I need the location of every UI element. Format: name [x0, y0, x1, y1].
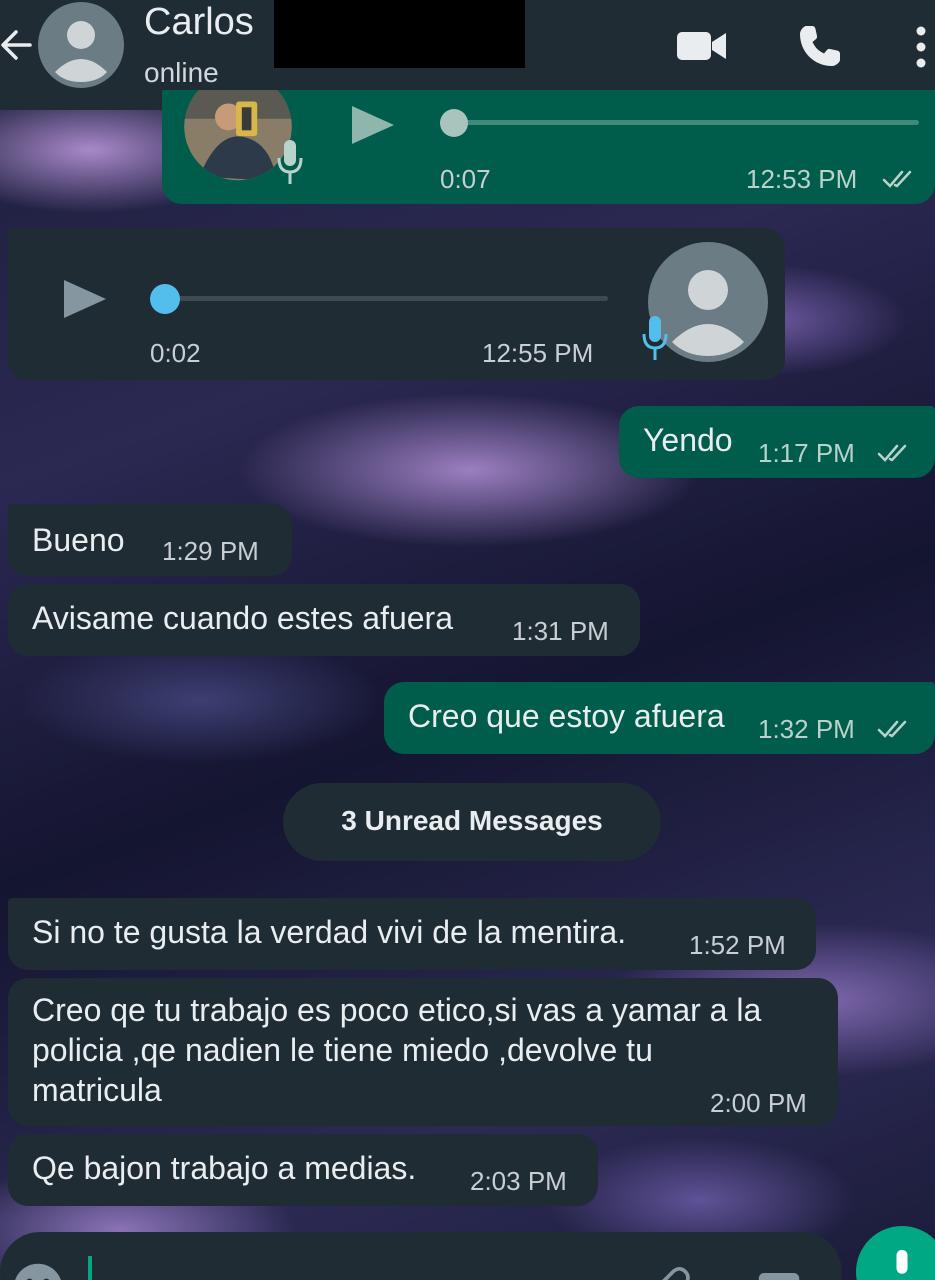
text-cursor — [88, 1256, 92, 1280]
voice-message-incoming: 0:02 12:55 PM — [8, 228, 785, 380]
message-time: 1:17 PM — [758, 438, 855, 468]
message-text: Creo que estoy afuera — [408, 698, 725, 734]
more-vert-icon[interactable] — [912, 24, 930, 70]
mic-icon — [277, 140, 303, 184]
message-time: 1:31 PM — [512, 616, 609, 646]
record-voice-button[interactable] — [856, 1226, 935, 1280]
message-text: Yendo — [643, 422, 733, 458]
message-time: 12:53 PM — [746, 164, 858, 194]
message-time: 1:29 PM — [162, 536, 259, 566]
contact-name[interactable]: Carlos — [144, 0, 254, 44]
message-composer[interactable] — [0, 1232, 842, 1280]
message-time: 2:00 PM — [710, 1088, 807, 1118]
read-ticks-icon — [877, 720, 907, 738]
message-bubble-incoming[interactable]: Bueno 1:29 PM — [8, 504, 292, 576]
attach-icon[interactable] — [646, 1262, 692, 1280]
play-icon[interactable] — [348, 100, 398, 150]
back-arrow-icon[interactable] — [0, 20, 34, 70]
message-time: 1:32 PM — [758, 714, 855, 744]
message-text: Bueno — [32, 522, 125, 558]
message-bubble-outgoing[interactable]: Creo que estoy afuera 1:32 PM — [384, 682, 935, 754]
message-text-line: matricula — [32, 1072, 162, 1108]
read-ticks-icon — [882, 170, 912, 188]
message-bubble-outgoing[interactable]: Yendo 1:17 PM — [619, 406, 935, 478]
unread-count-label: 3 Unread Messages — [341, 805, 603, 836]
mic-icon — [896, 1249, 908, 1274]
voice-progress-thumb[interactable] — [440, 109, 468, 137]
avatar-placeholder-icon[interactable] — [38, 2, 124, 88]
message-bubble-incoming[interactable]: Avisame cuando estes afuera 1:31 PM — [8, 584, 640, 656]
message-time: 1:52 PM — [689, 930, 786, 960]
voice-message-outgoing: 0:07 12:53 PM — [162, 90, 935, 204]
voice-progress-thumb[interactable] — [150, 284, 180, 314]
message-text: Si no te gusta la verdad vivi de la ment… — [32, 914, 627, 950]
unread-messages-divider: 3 Unread Messages — [283, 783, 661, 861]
emoji-icon[interactable] — [10, 1260, 66, 1280]
camera-icon[interactable] — [754, 1262, 804, 1280]
message-text-line: Creo qe tu trabajo es poco etico,si vas … — [32, 992, 762, 1028]
message-text-line: policia ,qe nadien le tiene miedo ,devol… — [32, 1032, 653, 1068]
video-call-icon[interactable] — [676, 26, 728, 66]
voice-progress-track[interactable] — [454, 120, 919, 125]
read-ticks-icon — [877, 444, 907, 462]
message-time: 12:55 PM — [482, 338, 594, 368]
voice-duration: 0:07 — [440, 164, 491, 194]
message-text: Qe bajon trabajo a medias. — [32, 1150, 417, 1186]
message-bubble-incoming[interactable]: Qe bajon trabajo a medias. 2:03 PM — [8, 1134, 598, 1206]
mic-icon — [642, 316, 668, 360]
voice-progress-track[interactable] — [166, 296, 608, 301]
contact-status: online — [144, 57, 219, 88]
redaction-block — [274, 0, 525, 68]
message-bubble-incoming[interactable]: Si no te gusta la verdad vivi de la ment… — [8, 898, 816, 970]
play-icon[interactable] — [60, 274, 110, 324]
phone-icon[interactable] — [796, 22, 844, 70]
message-time: 2:03 PM — [470, 1166, 567, 1196]
voice-duration: 0:02 — [150, 338, 201, 368]
message-text: Avisame cuando estes afuera — [32, 600, 453, 636]
message-bubble-incoming[interactable]: Creo qe tu trabajo es poco etico,si vas … — [8, 978, 838, 1126]
